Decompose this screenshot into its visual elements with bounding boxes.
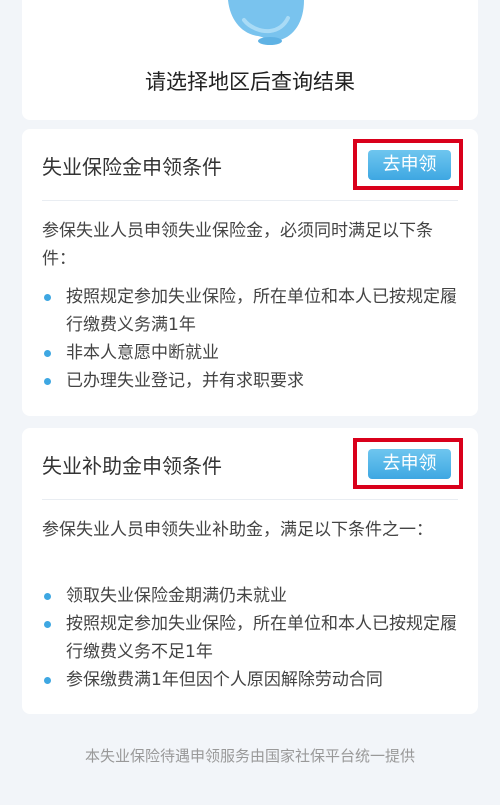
- condition-list: 按照规定参加失业保险，所在单位和本人已按规定履行缴费义务满1年 非本人意愿中断就…: [42, 283, 462, 395]
- condition-text: 领取失业保险金期满仍未就业: [66, 586, 287, 606]
- condition-list: 领取失业保险金期满仍未就业 按照规定参加失业保险，所在单位和本人已按规定履行缴费…: [42, 582, 462, 694]
- list-item: 按照规定参加失业保险，所在单位和本人已按规定履行缴费义务不足1年: [42, 610, 462, 666]
- highlight-frame: 去申领: [353, 139, 463, 190]
- list-item: 参保缴费满1年但因个人原因解除劳动合同: [42, 666, 462, 694]
- condition-text: 按照规定参加失业保险，所在单位和本人已按规定履行缴费义务满1年: [66, 287, 457, 335]
- divider: [42, 200, 458, 201]
- select-region-prompt: 请选择地区后查询结果: [145, 70, 355, 94]
- mascot-illustration-icon: [228, 0, 304, 45]
- divider: [42, 499, 458, 500]
- unemployment-insurance-card: 失业保险金申领条件 去申领 参保失业人员申领失业保险金，必须同时满足以下条件： …: [22, 129, 478, 416]
- bullet-dot-icon: [44, 378, 51, 385]
- highlight-frame: 去申领: [353, 438, 463, 489]
- apply-button[interactable]: 去申领: [368, 150, 451, 180]
- bullet-dot-icon: [44, 350, 51, 357]
- list-item: 已办理失业登记，并有求职要求: [42, 367, 462, 395]
- condition-text: 非本人意愿中断就业: [66, 343, 219, 363]
- list-item: 领取失业保险金期满仍未就业: [42, 582, 462, 610]
- service-provider-note: 本失业保险待遇申领服务由国家社保平台统一提供: [84, 747, 415, 765]
- card-intro: 参保失业人员申领失业补助金，满足以下条件之一：: [42, 520, 433, 540]
- card-title: 失业保险金申领条件: [42, 155, 222, 179]
- condition-text: 按照规定参加失业保险，所在单位和本人已按规定履行缴费义务不足1年: [66, 614, 457, 662]
- list-item: 非本人意愿中断就业: [42, 339, 462, 367]
- unemployment-subsidy-card: 失业补助金申领条件 去申领 参保失业人员申领失业补助金，满足以下条件之一： 领取…: [22, 428, 478, 714]
- bullet-dot-icon: [44, 294, 51, 301]
- region-result-card: 请选择地区后查询结果: [22, 0, 478, 120]
- list-item: 按照规定参加失业保险，所在单位和本人已按规定履行缴费义务满1年: [42, 283, 462, 339]
- bullet-dot-icon: [44, 677, 51, 684]
- card-intro: 参保失业人员申领失业保险金，必须同时满足以下条件：: [42, 221, 433, 269]
- condition-text: 已办理失业登记，并有求职要求: [66, 371, 304, 391]
- condition-text: 参保缴费满1年但因个人原因解除劳动合同: [66, 670, 383, 690]
- card-title: 失业补助金申领条件: [42, 454, 222, 478]
- apply-button[interactable]: 去申领: [368, 449, 451, 479]
- bullet-dot-icon: [44, 593, 51, 600]
- bullet-dot-icon: [44, 621, 51, 628]
